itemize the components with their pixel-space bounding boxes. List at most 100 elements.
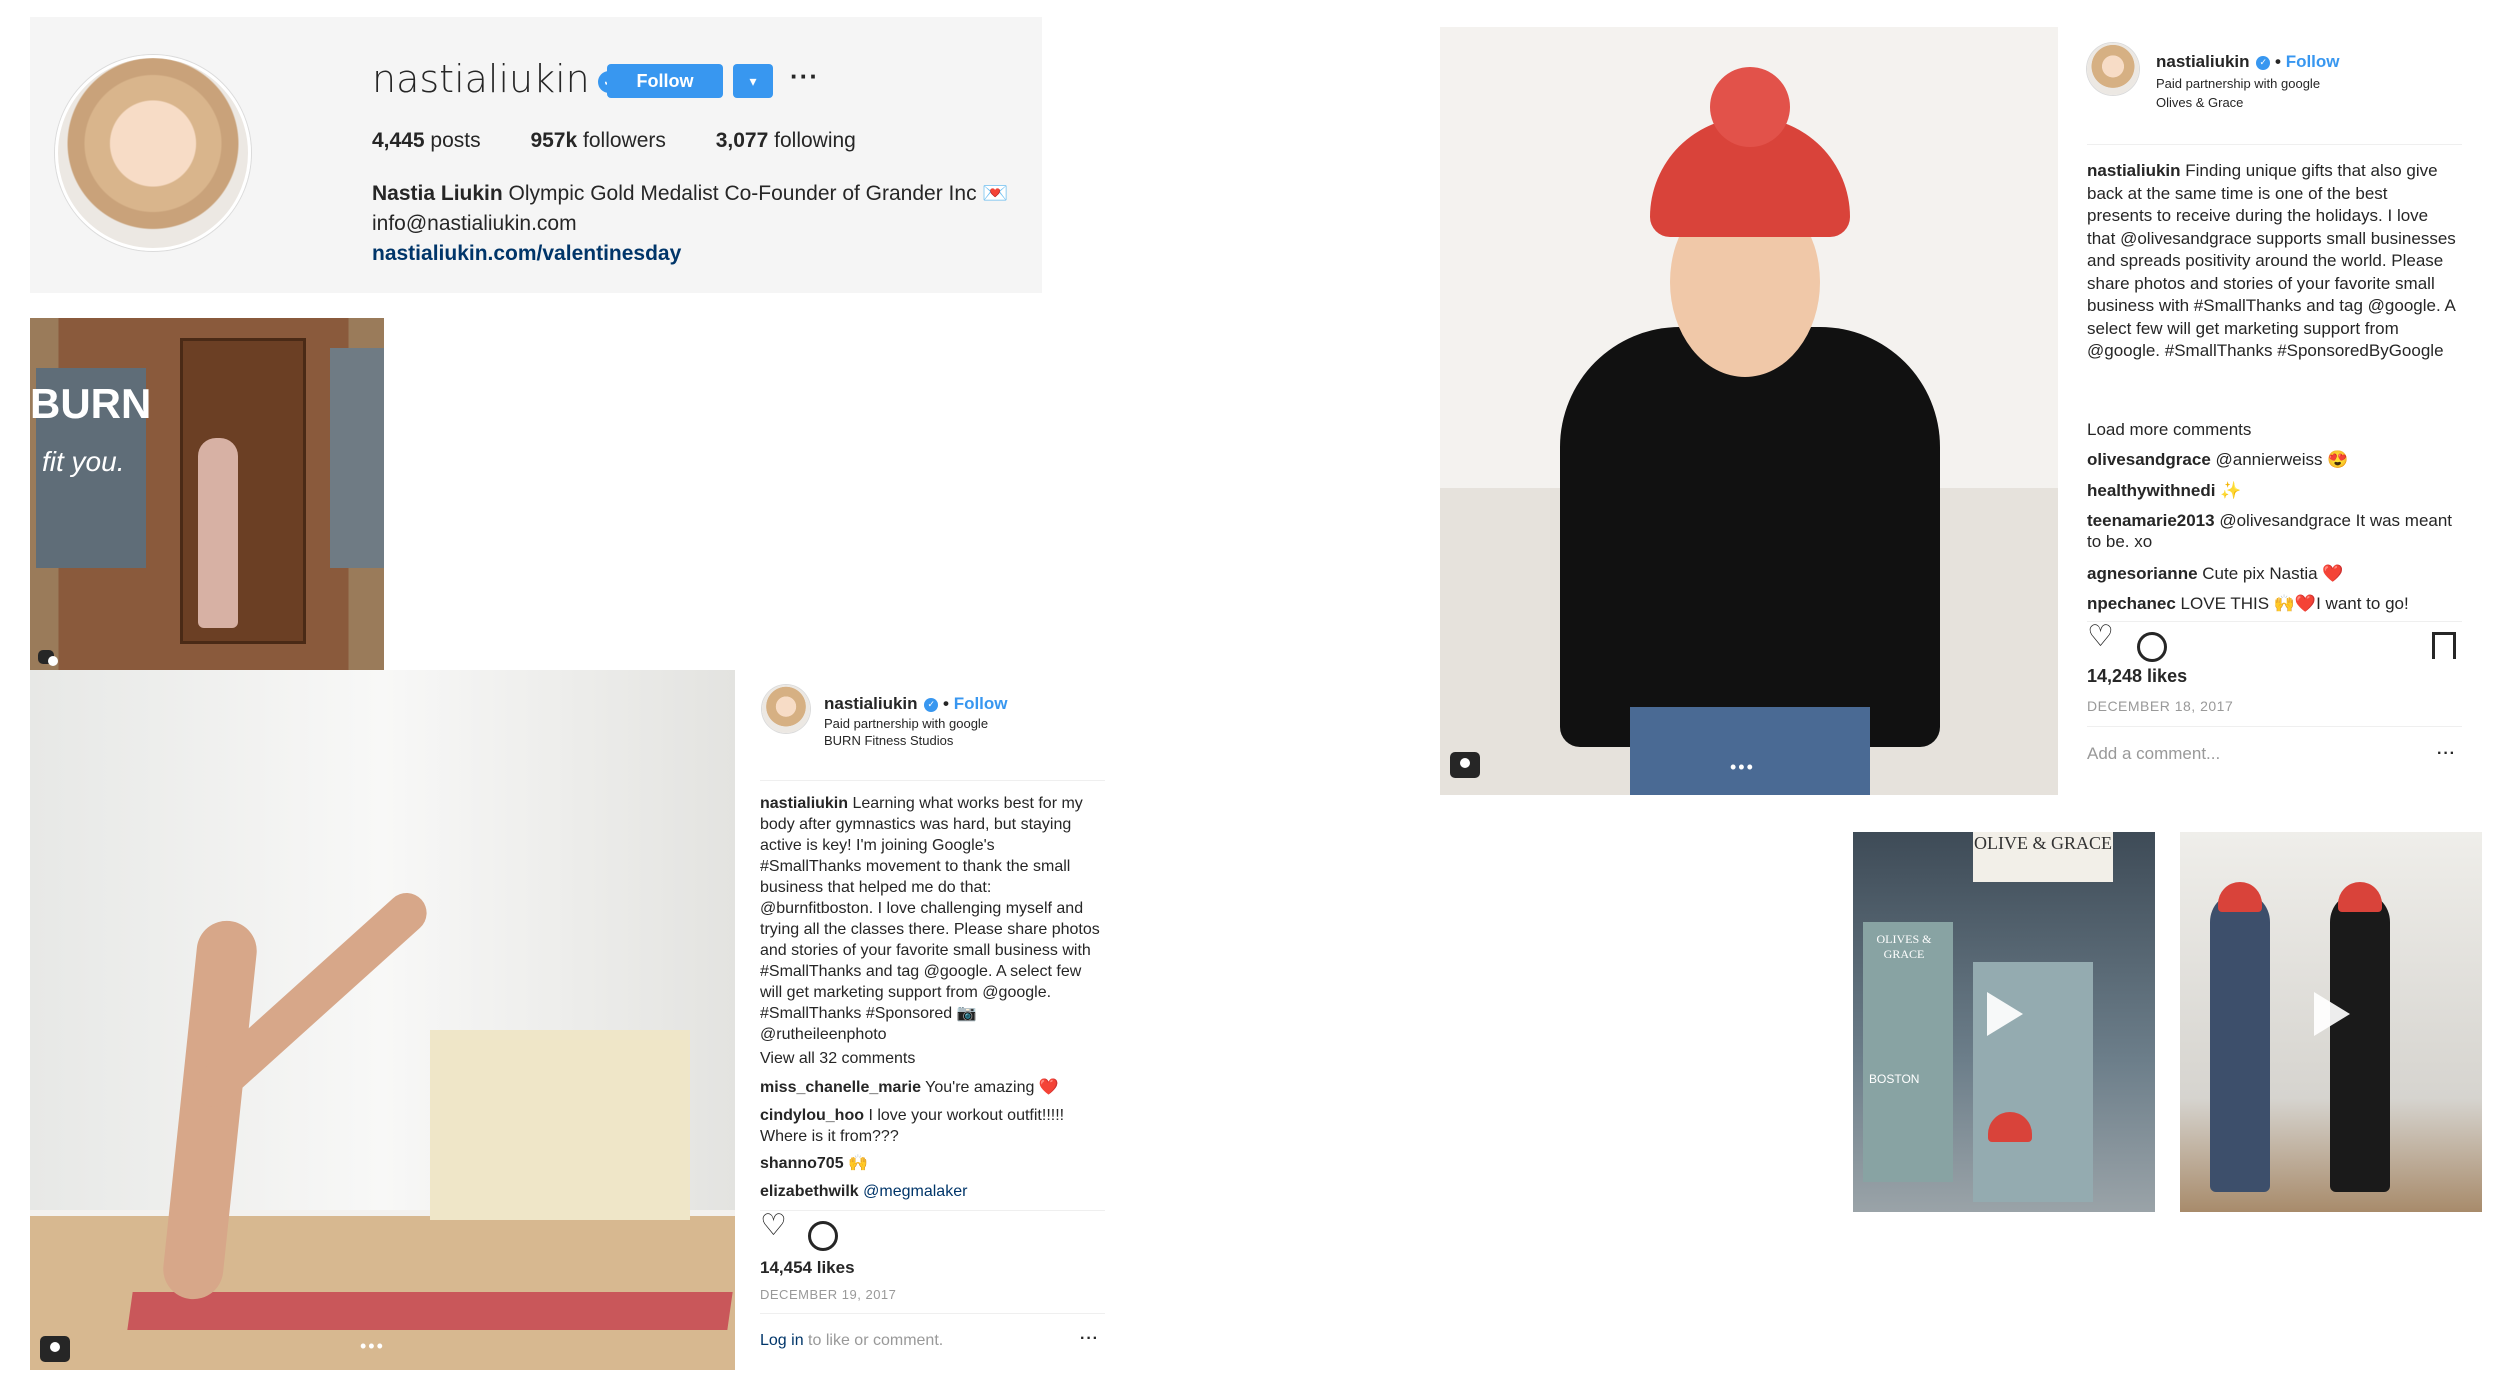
camera-tag-icon[interactable] bbox=[1450, 752, 1480, 778]
profile-username: nastialiukin✓ bbox=[372, 57, 620, 101]
post-author-header: nastialiukin ✓ • Follow bbox=[2156, 52, 2340, 71]
follow-button[interactable]: Follow bbox=[607, 64, 723, 98]
comment-username[interactable]: teenamarie2013 bbox=[2087, 511, 2215, 530]
shop-window bbox=[330, 348, 384, 568]
profile-avatar[interactable] bbox=[55, 55, 251, 251]
camera-tag-icon[interactable] bbox=[40, 1336, 70, 1362]
bookmark-icon[interactable] bbox=[2432, 632, 2456, 659]
add-comment-input[interactable]: Add a comment... bbox=[2087, 743, 2220, 764]
window-lettering: OLIVES & GRACE bbox=[1876, 932, 1932, 961]
bio-email: info@nastialiukin.com bbox=[372, 212, 577, 235]
followers-count[interactable]: 957k followers bbox=[530, 129, 665, 152]
comment: npechanec LOVE THIS 🙌❤️I want to go! bbox=[2087, 593, 2457, 614]
comment-text: 🙌 bbox=[848, 1155, 868, 1172]
post-follow-link[interactable]: Follow bbox=[954, 694, 1008, 713]
window-lettering: fit you. bbox=[42, 446, 125, 477]
comment-bubble-icon[interactable] bbox=[2137, 632, 2167, 662]
more-options-icon[interactable]: ··· bbox=[1080, 1328, 1099, 1349]
shop-interior-video[interactable] bbox=[2180, 832, 2482, 1212]
comment: miss_chanelle_marie You're amazing ❤️ bbox=[760, 1077, 1100, 1098]
post-partnership-label[interactable]: Paid partnership with google bbox=[824, 715, 988, 732]
divider bbox=[2087, 144, 2462, 145]
check-badge-icon: ✓ bbox=[2256, 55, 2271, 70]
comment-bubble-icon[interactable] bbox=[808, 1221, 838, 1251]
olives-grace-post-photo[interactable]: ••• bbox=[1440, 27, 2058, 795]
carousel-dots: ••• bbox=[1730, 757, 1755, 777]
post-details-olives: nastialiukin ✓ • Follow Paid partnership… bbox=[2087, 43, 2462, 783]
profile-website-link[interactable]: nastialiukin.com/valentinesday bbox=[372, 239, 1009, 269]
login-prompt: Log in to like or comment. bbox=[760, 1330, 943, 1351]
person-figure bbox=[198, 438, 238, 628]
shop-sign: OLIVE & GRACE bbox=[1973, 832, 2113, 882]
likes-count[interactable]: 14,454 likes bbox=[760, 1257, 855, 1278]
comment-username[interactable]: shanno705 bbox=[760, 1155, 844, 1172]
comment: agnesorianne Cute pix Nastia ❤️ bbox=[2087, 563, 2457, 584]
yoga-post-photo[interactable]: ••• bbox=[30, 670, 735, 1370]
person-figure bbox=[2210, 892, 2270, 1192]
beanie-pompom bbox=[1710, 67, 1790, 147]
burn-storefront-photo[interactable]: BURN fit you. bbox=[30, 318, 384, 670]
comment-text[interactable]: @megmalaker bbox=[863, 1183, 967, 1200]
carousel-dots: ••• bbox=[360, 1336, 385, 1356]
post-author-avatar[interactable] bbox=[762, 685, 810, 733]
heart-icon[interactable]: ♡ bbox=[2087, 622, 2114, 652]
divider bbox=[2087, 621, 2462, 622]
comment-username[interactable]: npechanec bbox=[2087, 594, 2176, 613]
post-location[interactable]: Olives & Grace bbox=[2156, 94, 2243, 111]
more-options-icon[interactable]: ··· bbox=[2437, 743, 2456, 764]
caption-text: Learning what works best for my body aft… bbox=[760, 795, 1100, 1043]
comment: healthywithnedi ✨ bbox=[2087, 480, 2457, 501]
post-author-username[interactable]: nastialiukin bbox=[824, 694, 918, 713]
login-link[interactable]: Log in bbox=[760, 1332, 804, 1349]
post-details-burn: nastialiukin ✓ • Follow Paid partnership… bbox=[760, 685, 1105, 1365]
comment-text: LOVE THIS 🙌❤️I want to go! bbox=[2180, 594, 2409, 613]
comment-username[interactable]: olivesandgrace bbox=[2087, 450, 2211, 469]
post-date: DECEMBER 19, 2017 bbox=[760, 1287, 897, 1302]
burn-sign: BURN bbox=[30, 380, 152, 427]
comment-username[interactable]: miss_chanelle_marie bbox=[760, 1079, 921, 1096]
following-count[interactable]: 3,077 following bbox=[716, 129, 856, 152]
comment: elizabethwilk @megmalaker bbox=[760, 1181, 1100, 1202]
red-beanie bbox=[2338, 882, 2382, 912]
camera-tag-icon[interactable] bbox=[38, 650, 58, 666]
background-box bbox=[430, 1030, 690, 1220]
post-caption: nastialiukin Learning what works best fo… bbox=[760, 793, 1100, 1045]
comment-text: ✨ bbox=[2220, 481, 2242, 500]
view-all-comments-link[interactable]: View all 32 comments bbox=[760, 1048, 915, 1069]
comment: olivesandgrace @annierweiss 😍 bbox=[2087, 449, 2457, 470]
check-badge-icon: ✓ bbox=[924, 697, 939, 712]
play-icon[interactable] bbox=[1987, 992, 2023, 1036]
caption-username[interactable]: nastialiukin bbox=[2087, 161, 2181, 180]
caption-username[interactable]: nastialiukin bbox=[760, 795, 848, 812]
post-date: DECEMBER 18, 2017 bbox=[2087, 698, 2234, 714]
more-options-icon[interactable]: ··· bbox=[790, 61, 819, 92]
post-caption: nastialiukin Finding unique gifts that a… bbox=[2087, 160, 2457, 363]
load-more-comments-link[interactable]: Load more comments bbox=[2087, 419, 2251, 440]
comment-text: You're amazing ❤️ bbox=[925, 1079, 1059, 1096]
post-location[interactable]: BURN Fitness Studios bbox=[824, 732, 953, 749]
black-shirt bbox=[1560, 327, 1940, 747]
comment: cindylou_hoo I love your workout outfit!… bbox=[760, 1105, 1100, 1147]
red-beanie bbox=[2218, 882, 2262, 912]
comment: shanno705 🙌 bbox=[760, 1153, 1100, 1174]
divider bbox=[760, 780, 1105, 781]
suggestions-dropdown-button[interactable]: ▾ bbox=[733, 64, 773, 98]
comment-username[interactable]: elizabethwilk bbox=[760, 1183, 859, 1200]
play-icon[interactable] bbox=[2314, 992, 2350, 1036]
profile-stats: 4,445 posts 957k followers 3,077 followi… bbox=[372, 129, 900, 153]
olives-grace-storefront-video[interactable]: OLIVE & GRACE OLIVES & GRACE BOSTON bbox=[1853, 832, 2155, 1212]
heart-icon[interactable]: ♡ bbox=[760, 1211, 787, 1241]
comment-username[interactable]: agnesorianne bbox=[2087, 564, 2198, 583]
post-partnership-label[interactable]: Paid partnership with google bbox=[2156, 75, 2320, 92]
post-follow-link[interactable]: Follow bbox=[2286, 52, 2340, 71]
username-text: nastialiukin bbox=[372, 57, 590, 101]
comment-username[interactable]: cindylou_hoo bbox=[760, 1107, 864, 1124]
bio-text: Olympic Gold Medalist Co-Founder of Gran… bbox=[508, 182, 1009, 205]
post-author-username[interactable]: nastialiukin bbox=[2156, 52, 2250, 71]
post-author-avatar[interactable] bbox=[2087, 43, 2139, 95]
comment-text: @annierweiss 😍 bbox=[2215, 450, 2349, 469]
person-figure bbox=[2330, 892, 2390, 1192]
divider bbox=[760, 1313, 1105, 1314]
likes-count[interactable]: 14,248 likes bbox=[2087, 666, 2187, 687]
comment-username[interactable]: healthywithnedi bbox=[2087, 481, 2215, 500]
